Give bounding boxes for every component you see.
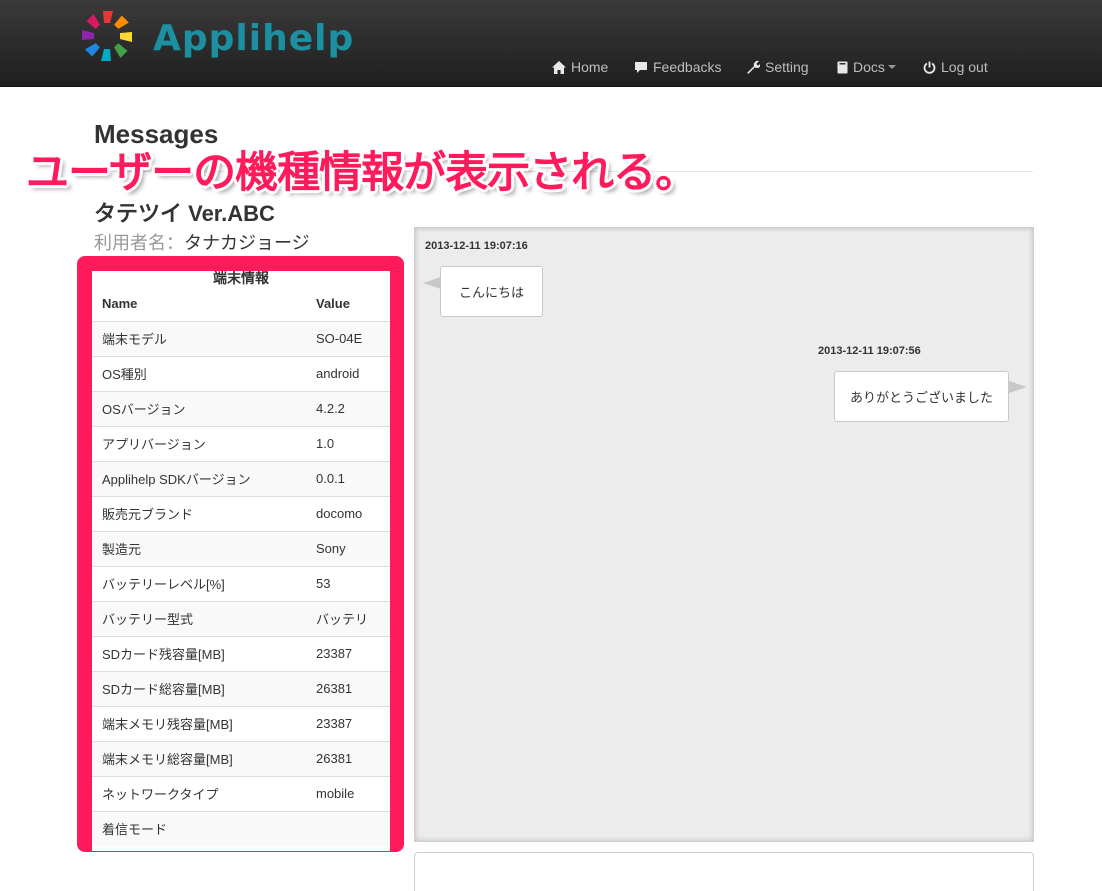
nav-feedbacks[interactable]: Feedbacks (634, 57, 721, 77)
row-value: Sony (306, 530, 390, 566)
message-thread[interactable]: 2013-12-11 19:07:16 こんにちは 2013-12-11 19:… (414, 227, 1034, 842)
message-timestamp: 2013-12-11 19:07:16 (425, 240, 528, 252)
app-name: タテツイ Ver.ABC (94, 201, 275, 226)
nav-docs-dropdown[interactable]: Docs (837, 57, 896, 77)
table-row: バッテリーレベル[%] 53 (92, 565, 390, 601)
row-value: SO-04E (306, 320, 390, 356)
top-navbar: Applihelp Home Feedbacks Setting Docs Lo… (0, 0, 1102, 87)
comment-icon (635, 61, 647, 73)
row-value: 23387 (306, 705, 390, 741)
row-name: SDカード残容量[MB] (92, 635, 306, 671)
nav-docs-label: Docs (853, 59, 885, 75)
row-value: 53 (306, 565, 390, 601)
row-value: 26381 (306, 740, 390, 776)
row-value: 0.0.1 (306, 460, 390, 496)
row-value: 4.2.2 (306, 390, 390, 426)
table-row: 着信モード (92, 810, 390, 846)
row-value: mobile (306, 775, 390, 811)
applihelp-logo-icon[interactable] (80, 9, 134, 63)
row-value: 1.0 (306, 425, 390, 461)
user-info: 利用者名：タナカジョージ (94, 229, 310, 255)
table-row: 端末モデル SO-04E (92, 320, 390, 356)
row-value: android (306, 355, 390, 391)
table-row: Applihelp SDKバージョン 0.0.1 (92, 460, 390, 496)
row-name: バッテリーレベル[%] (92, 565, 306, 601)
device-info-table: Name Value 端末モデル SO-04E OS種別 android OSバージ… (92, 287, 390, 846)
table-row: 製造元 Sony (92, 530, 390, 566)
reply-input[interactable] (414, 852, 1034, 891)
table-row: OS種別 android (92, 355, 390, 391)
table-row: SDカード総容量[MB] 26381 (92, 670, 390, 706)
table-row: 端末メモリ残容量[MB] 23387 (92, 705, 390, 741)
device-info-highlight: 端末情報 Name Value 端末モデル SO-04E OS種別 android … (77, 256, 404, 852)
column-header-value: Value (306, 287, 390, 322)
bubble-tail (1009, 381, 1027, 393)
row-value: docomo (306, 495, 390, 531)
row-name: 端末モデル (92, 320, 306, 356)
row-name: ネットワークタイプ (92, 775, 306, 811)
home-icon (552, 60, 566, 74)
message-bubble-sent: ありがとうございました (834, 371, 1009, 422)
row-name: OSバージョン (92, 390, 306, 426)
chevron-down-icon (887, 65, 896, 69)
table-row: SDカード残容量[MB] 23387 (92, 635, 390, 671)
row-name: OS種別 (92, 355, 306, 391)
row-name: SDカード総容量[MB] (92, 670, 306, 706)
wrench-icon (747, 60, 760, 74)
row-name: 販売元ブランド (92, 495, 306, 531)
user-label: 利用者名： (94, 233, 184, 253)
nav-logout[interactable]: Log out (923, 57, 988, 77)
row-name: 端末メモリ残容量[MB] (92, 705, 306, 741)
row-value (306, 810, 390, 846)
row-name: 製造元 (92, 530, 306, 566)
power-icon (923, 61, 936, 74)
table-header-row: Name Value (92, 287, 390, 322)
table-row: 端末メモリ総容量[MB] 26381 (92, 740, 390, 776)
device-info-caption: 端末情報 (213, 271, 269, 286)
table-row: OSバージョン 4.2.2 (92, 390, 390, 426)
nav-feedbacks-label: Feedbacks (653, 59, 722, 75)
table-row: 販売元ブランド docomo (92, 495, 390, 531)
device-info-panel: 端末情報 Name Value 端末モデル SO-04E OS種別 android … (92, 271, 390, 851)
nav-setting[interactable]: Setting (746, 57, 809, 77)
column-header-name: Name (92, 287, 306, 322)
table-row: バッテリー型式 バッテリ (92, 600, 390, 636)
row-name: アプリバージョン (92, 425, 306, 461)
nav-logout-label: Log out (941, 59, 988, 75)
table-row: アプリバージョン 1.0 (92, 425, 390, 461)
message-bubble-received: こんにちは (440, 266, 543, 317)
row-name: バッテリー型式 (92, 600, 306, 636)
bubble-tail (423, 277, 441, 289)
row-value: 23387 (306, 635, 390, 671)
annotation-callout: ユーザーの機種情報が表示される。 (26, 148, 698, 198)
nav-home[interactable]: Home (552, 57, 608, 77)
row-name: Applihelp SDKバージョン (92, 460, 306, 496)
user-name: タナカジョージ (184, 233, 310, 253)
row-name: 着信モード (92, 810, 306, 846)
nav-setting-label: Setting (765, 59, 809, 75)
row-value: バッテリ (306, 600, 390, 636)
row-name: 端末メモリ総容量[MB] (92, 740, 306, 776)
row-value: 26381 (306, 670, 390, 706)
message-timestamp: 2013-12-11 19:07:56 (818, 345, 921, 357)
book-icon (837, 61, 848, 73)
table-row: ネットワークタイプ mobile (92, 775, 390, 811)
brand-name[interactable]: Applihelp (153, 18, 354, 59)
nav-home-label: Home (571, 59, 609, 75)
